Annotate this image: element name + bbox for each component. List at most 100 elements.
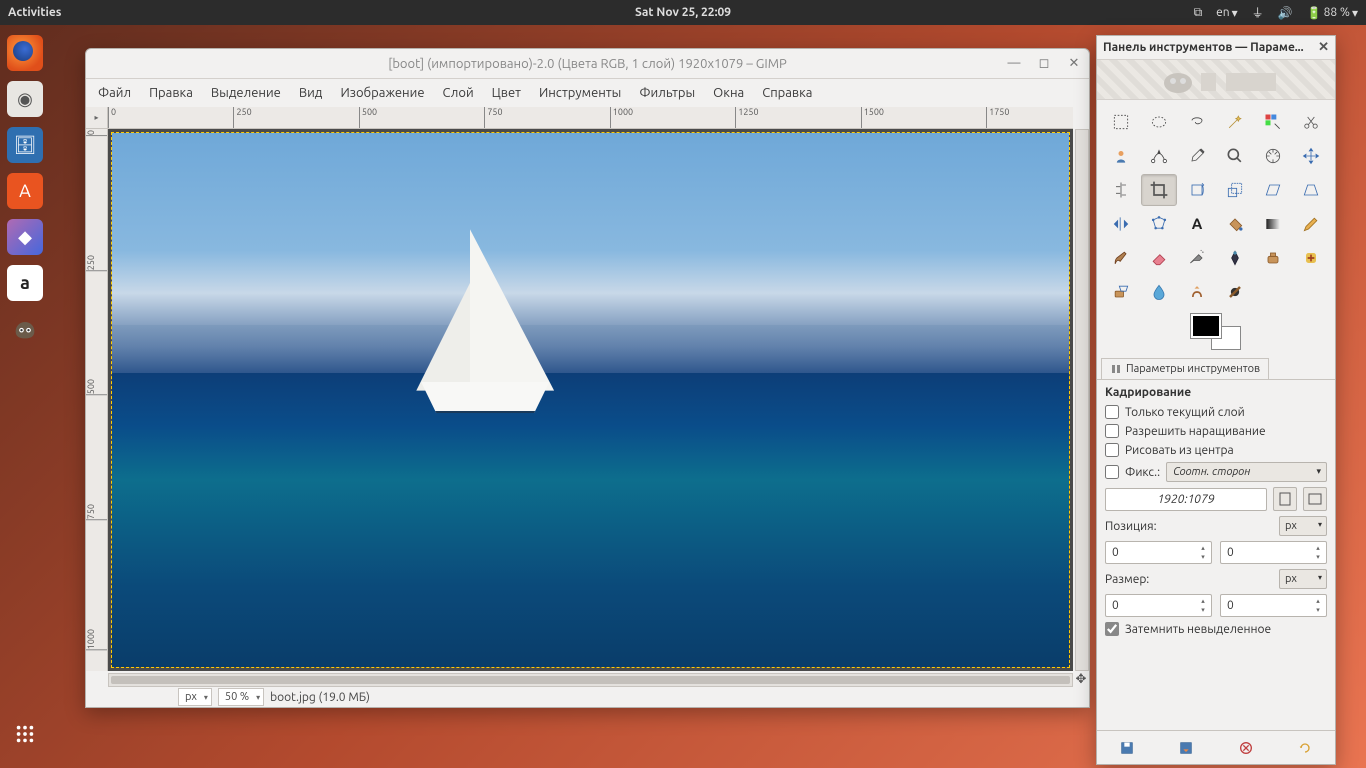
ruler-horizontal[interactable]: 0 250 500 750 1000 1250 1500 1750 [108, 107, 1073, 129]
show-applications[interactable] [7, 716, 43, 752]
tool-magic-wand-icon[interactable] [1217, 106, 1253, 138]
reset-preset-icon[interactable] [1295, 738, 1315, 758]
opt-size-w-input[interactable]: 0▴▾ [1105, 594, 1212, 617]
opt-fixed-checkbox[interactable] [1105, 465, 1119, 479]
opt-only-current-layer-checkbox[interactable] [1105, 405, 1119, 419]
tool-ink-icon[interactable] [1217, 242, 1253, 274]
tool-color-select-icon[interactable] [1255, 106, 1291, 138]
status-filename: boot.jpg (19.0 МБ) [270, 691, 370, 704]
dock-software[interactable]: A [7, 173, 43, 209]
dock-backup[interactable]: ◉ [7, 81, 43, 117]
minimize-button[interactable]: — [1005, 56, 1023, 71]
tool-gradient-icon[interactable] [1255, 208, 1291, 240]
opt-draw-from-center-checkbox[interactable] [1105, 443, 1119, 457]
tool-crop-icon[interactable] [1141, 174, 1177, 206]
delete-preset-icon[interactable] [1236, 738, 1256, 758]
tool-paintbrush-icon[interactable] [1103, 242, 1139, 274]
tool-move-icon[interactable] [1293, 140, 1329, 172]
zoom-combo[interactable]: 50 % [218, 688, 264, 706]
menu-layer[interactable]: Слой [443, 86, 474, 100]
restore-preset-icon[interactable] [1176, 738, 1196, 758]
tool-clone-icon[interactable] [1255, 242, 1291, 274]
tool-cage-icon[interactable] [1141, 208, 1177, 240]
toolbox-titlebar[interactable]: Панель инструментов — Параме... ✕ [1097, 36, 1335, 60]
tool-measure-icon[interactable] [1255, 140, 1291, 172]
save-preset-icon[interactable] [1117, 738, 1137, 758]
menu-colors[interactable]: Цвет [492, 86, 521, 100]
tool-rect-select-icon[interactable] [1103, 106, 1139, 138]
opt-darken-unselected-checkbox[interactable] [1105, 622, 1119, 636]
dock-disk-usage[interactable]: ◆ [7, 219, 43, 255]
tool-blur-icon[interactable] [1141, 276, 1177, 308]
tool-ellipse-select-icon[interactable] [1141, 106, 1177, 138]
tool-grid: A [1097, 100, 1335, 314]
volume-icon[interactable]: 🔊 [1278, 6, 1293, 20]
ruler-origin[interactable]: ▸ [86, 107, 108, 129]
dock-files[interactable]: 🗄 [7, 127, 43, 163]
canvas-viewport[interactable] [108, 129, 1073, 671]
tool-foreground-select-icon[interactable] [1103, 140, 1139, 172]
activities-button[interactable]: Activities [8, 6, 61, 19]
wifi-icon[interactable]: ⏚ [1252, 4, 1264, 21]
menu-help[interactable]: Справка [762, 86, 812, 100]
menu-select[interactable]: Выделение [211, 86, 281, 100]
tool-pencil-icon[interactable] [1293, 208, 1329, 240]
scrollbar-horizontal[interactable] [108, 673, 1073, 687]
menu-tools[interactable]: Инструменты [539, 86, 621, 100]
image-sailboat[interactable] [112, 133, 1069, 667]
battery-indicator[interactable]: 🔋 88 % ▾ [1307, 6, 1358, 20]
opt-position-x-input[interactable]: 0▴▾ [1105, 541, 1212, 564]
tool-flip-icon[interactable] [1103, 208, 1139, 240]
toolbox-close-button[interactable]: ✕ [1318, 40, 1329, 55]
dropbox-icon[interactable]: ⧉ [1194, 6, 1203, 20]
dock-gimp[interactable] [7, 311, 43, 347]
tool-scale-icon[interactable] [1217, 174, 1253, 206]
tool-color-picker-icon[interactable] [1179, 140, 1215, 172]
opt-fixed-label: Фикс.: [1125, 466, 1160, 479]
tool-rotate-icon[interactable] [1179, 174, 1215, 206]
tool-options-tab[interactable]: Параметры инструментов [1101, 358, 1269, 379]
unit-combo[interactable]: px [178, 688, 212, 706]
opt-portrait-icon[interactable] [1273, 487, 1297, 511]
tool-smudge-icon[interactable] [1179, 276, 1215, 308]
tool-zoom-icon[interactable] [1217, 140, 1253, 172]
tool-paths-icon[interactable] [1141, 140, 1177, 172]
menu-filters[interactable]: Фильтры [639, 86, 695, 100]
menu-edit[interactable]: Правка [149, 86, 193, 100]
language-indicator[interactable]: en ▾ [1216, 6, 1238, 20]
fg-color-swatch[interactable] [1191, 314, 1221, 338]
menu-windows[interactable]: Окна [713, 86, 744, 100]
tool-text-icon[interactable]: A [1179, 208, 1215, 240]
menu-view[interactable]: Вид [299, 86, 323, 100]
opt-landscape-icon[interactable] [1303, 487, 1327, 511]
tool-shear-icon[interactable] [1255, 174, 1291, 206]
tool-align-icon[interactable] [1103, 174, 1139, 206]
clock[interactable]: Sat Nov 25, 22:09 [635, 6, 731, 19]
menu-file[interactable]: Файл [98, 86, 131, 100]
resize-grip-icon[interactable]: ✥ [1073, 671, 1089, 687]
opt-fixed-mode-combo[interactable]: Соотн. сторон [1166, 462, 1327, 482]
tool-dodge-icon[interactable] [1217, 276, 1253, 308]
scrollbar-vertical[interactable] [1075, 129, 1089, 671]
tool-eraser-icon[interactable] [1141, 242, 1177, 274]
tool-perspective-icon[interactable] [1293, 174, 1329, 206]
window-titlebar[interactable]: [boot] (импортировано)-2.0 (Цвета RGB, 1… [86, 49, 1089, 79]
ruler-vertical[interactable]: 0 250 500 750 1000 [86, 129, 108, 671]
opt-allow-growing-checkbox[interactable] [1105, 424, 1119, 438]
dock-amazon[interactable]: a [7, 265, 43, 301]
maximize-button[interactable]: ◻ [1035, 56, 1053, 71]
tool-lasso-icon[interactable] [1179, 106, 1215, 138]
opt-size-h-input[interactable]: 0▴▾ [1220, 594, 1327, 617]
tool-scissors-icon[interactable] [1293, 106, 1329, 138]
opt-position-y-input[interactable]: 0▴▾ [1220, 541, 1327, 564]
tool-airbrush-icon[interactable] [1179, 242, 1215, 274]
opt-ratio-input[interactable]: 1920:1079 [1105, 488, 1267, 511]
dock-firefox[interactable] [7, 35, 43, 71]
tool-heal-icon[interactable] [1293, 242, 1329, 274]
opt-position-unit-combo[interactable]: px [1279, 516, 1327, 536]
close-button[interactable]: ✕ [1065, 56, 1083, 71]
tool-bucket-icon[interactable] [1217, 208, 1253, 240]
opt-size-unit-combo[interactable]: px [1279, 569, 1327, 589]
tool-perspective-clone-icon[interactable] [1103, 276, 1139, 308]
menu-image[interactable]: Изображение [340, 86, 424, 100]
